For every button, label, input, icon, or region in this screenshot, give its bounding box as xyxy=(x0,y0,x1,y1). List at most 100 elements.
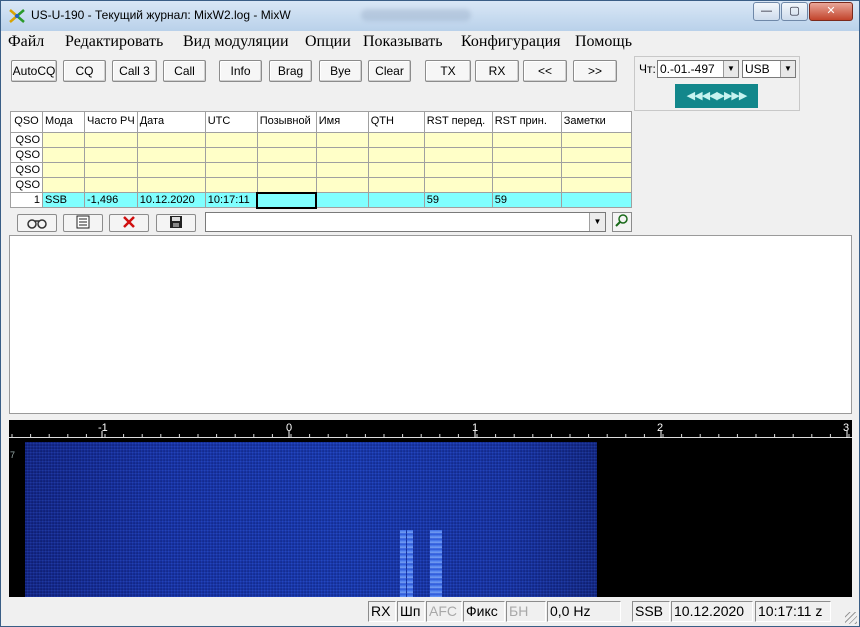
info-button[interactable]: Info xyxy=(219,60,262,82)
cell-date[interactable]: 10.12.2020 xyxy=(136,192,206,208)
delete-qso-button[interactable] xyxy=(109,214,149,232)
log-search-combo[interactable]: ▼ xyxy=(205,212,606,232)
menu-configuration[interactable]: Конфигурация xyxy=(461,33,561,51)
status-squelch[interactable]: Шп xyxy=(397,601,425,622)
cq-button[interactable]: CQ xyxy=(63,60,106,82)
cell-rst-recv[interactable]: 59 xyxy=(491,192,562,208)
status-offset: 0,0 Hz xyxy=(547,601,621,622)
status-afc[interactable]: AFC xyxy=(426,601,462,622)
waterfall-marker: 7 xyxy=(10,450,16,460)
row-header: QSO xyxy=(10,177,43,193)
cell-mode[interactable]: SSB xyxy=(42,192,85,208)
call-button[interactable]: Call xyxy=(163,60,206,82)
chevron-down-icon[interactable]: ▼ xyxy=(589,213,605,231)
column-header-mode[interactable]: Мода xyxy=(42,111,85,133)
menu-bar: Файл Редактировать Вид модуляции Опции П… xyxy=(1,31,859,53)
bye-button[interactable]: Bye xyxy=(319,60,362,82)
save-icon xyxy=(170,216,182,228)
menu-edit[interactable]: Редактировать xyxy=(65,33,163,51)
cell-rst-sent[interactable]: 59 xyxy=(423,192,493,208)
chevron-down-icon[interactable]: ▼ xyxy=(780,61,795,77)
column-header-rst-sent[interactable]: RST перед. xyxy=(423,111,493,133)
receive-text-area[interactable] xyxy=(9,235,852,414)
row-header: QSO xyxy=(10,132,43,148)
cell-qth[interactable] xyxy=(367,192,425,208)
qso-log-table: QSO Мода Часто РЧ Дата UTC Позывной Имя … xyxy=(10,111,632,209)
column-header-rst-recv[interactable]: RST прин. xyxy=(491,111,562,133)
window-title: US-U-190 - Текущий журнал: MixW2.log - M… xyxy=(31,8,291,22)
signal-trace xyxy=(436,530,442,597)
title-bar[interactable]: US-U-190 - Текущий журнал: MixW2.log - M… xyxy=(1,1,859,31)
status-bn[interactable]: БН xyxy=(506,601,546,622)
active-qso-row[interactable]: 1 SSB -1,496 10.12.2020 10:17:11 59 59 xyxy=(10,191,632,209)
macro-toolbar: AutoCQ CQ Call 3 Call Info Brag Bye Clea… xyxy=(8,56,633,86)
menu-help[interactable]: Помощь xyxy=(575,33,632,51)
status-rx[interactable]: RX xyxy=(368,601,396,622)
signal-trace xyxy=(400,530,406,597)
row-number: 1 xyxy=(10,192,43,208)
save-qso-button[interactable] xyxy=(156,214,196,232)
cell-callsign[interactable] xyxy=(256,191,318,209)
notepad-icon xyxy=(76,215,90,229)
minimize-button[interactable]: — xyxy=(753,2,780,21)
column-header-qso[interactable]: QSO xyxy=(10,111,43,133)
binoculars-icon xyxy=(27,219,47,229)
find-log-button[interactable] xyxy=(17,214,57,232)
menu-view[interactable]: Показывать xyxy=(363,33,443,51)
cell-notes[interactable] xyxy=(560,192,632,208)
cell-freq[interactable]: -1,496 xyxy=(84,192,138,208)
cell-utc[interactable]: 10:17:11 xyxy=(204,192,258,208)
row-header: QSO xyxy=(10,147,43,163)
table-header-row: QSO Мода Часто РЧ Дата UTC Позывной Имя … xyxy=(10,111,632,133)
status-fixed[interactable]: Фикс xyxy=(463,601,505,622)
column-header-callsign[interactable]: Позывной xyxy=(256,111,317,133)
table-row[interactable]: QSO xyxy=(10,177,632,193)
next-button[interactable]: >> xyxy=(573,60,617,82)
tx-button[interactable]: TX xyxy=(425,60,471,82)
chevron-down-icon[interactable]: ▼ xyxy=(723,61,738,77)
prev-button[interactable]: << xyxy=(523,60,567,82)
column-header-date[interactable]: Дата xyxy=(136,111,206,133)
brag-button[interactable]: Brag xyxy=(269,60,312,82)
sideband-value: USB xyxy=(745,62,770,76)
main-window: US-U-190 - Текущий журнал: MixW2.log - M… xyxy=(0,0,860,627)
autocq-button[interactable]: AutoCQ xyxy=(11,60,57,82)
resize-grip-icon[interactable] xyxy=(845,612,857,624)
status-mode[interactable]: SSB xyxy=(632,601,670,622)
column-header-qth[interactable]: QTH xyxy=(367,111,425,133)
rx-button[interactable]: RX xyxy=(475,60,519,82)
status-time: 10:17:11 z xyxy=(755,601,831,622)
column-header-utc[interactable]: UTC xyxy=(204,111,258,133)
table-row[interactable]: QSO xyxy=(10,132,632,148)
scale-ticks xyxy=(11,431,850,438)
title-blurred-area xyxy=(361,9,471,21)
clear-button[interactable]: Clear xyxy=(368,60,411,82)
tuning-arrows-icon[interactable]: ◀◀◀◀▶▶▶▶ xyxy=(675,84,758,108)
channel-label: Чт: xyxy=(639,62,656,76)
menu-modulation[interactable]: Вид модуляции xyxy=(183,33,289,51)
log-edit-button[interactable] xyxy=(63,214,103,232)
column-header-freq[interactable]: Часто РЧ xyxy=(84,111,138,133)
status-date: 10.12.2020 xyxy=(671,601,753,622)
maximize-button[interactable]: ▢ xyxy=(781,2,808,21)
table-row[interactable]: QSO xyxy=(10,162,632,178)
signal-trace xyxy=(407,530,413,597)
waterfall-display[interactable]: -1 0 1 2 3 7 xyxy=(9,420,852,597)
column-header-name[interactable]: Имя xyxy=(315,111,369,133)
mixw-app-icon xyxy=(9,9,25,23)
cell-name[interactable] xyxy=(315,192,369,208)
menu-file[interactable]: Файл xyxy=(8,33,44,51)
search-button[interactable] xyxy=(612,212,632,232)
status-bar: RX Шп AFC Фикс БН 0,0 Hz SSB 10.12.2020 … xyxy=(1,599,859,626)
close-button[interactable]: ✕ xyxy=(809,2,853,21)
column-header-notes[interactable]: Заметки xyxy=(560,111,632,133)
sideband-select[interactable]: USB ▼ xyxy=(742,60,796,78)
channel-select[interactable]: 0.-01.-497 ▼ xyxy=(657,60,739,78)
call3-button[interactable]: Call 3 xyxy=(112,60,157,82)
menu-options[interactable]: Опции xyxy=(305,33,351,51)
frequency-scale: -1 0 1 2 3 xyxy=(9,420,852,442)
channel-panel: Чт: 0.-01.-497 ▼ USB ▼ ◀◀◀◀▶▶▶▶ xyxy=(634,56,800,111)
search-icon xyxy=(615,214,628,227)
row-header: QSO xyxy=(10,162,43,178)
table-row[interactable]: QSO xyxy=(10,147,632,163)
